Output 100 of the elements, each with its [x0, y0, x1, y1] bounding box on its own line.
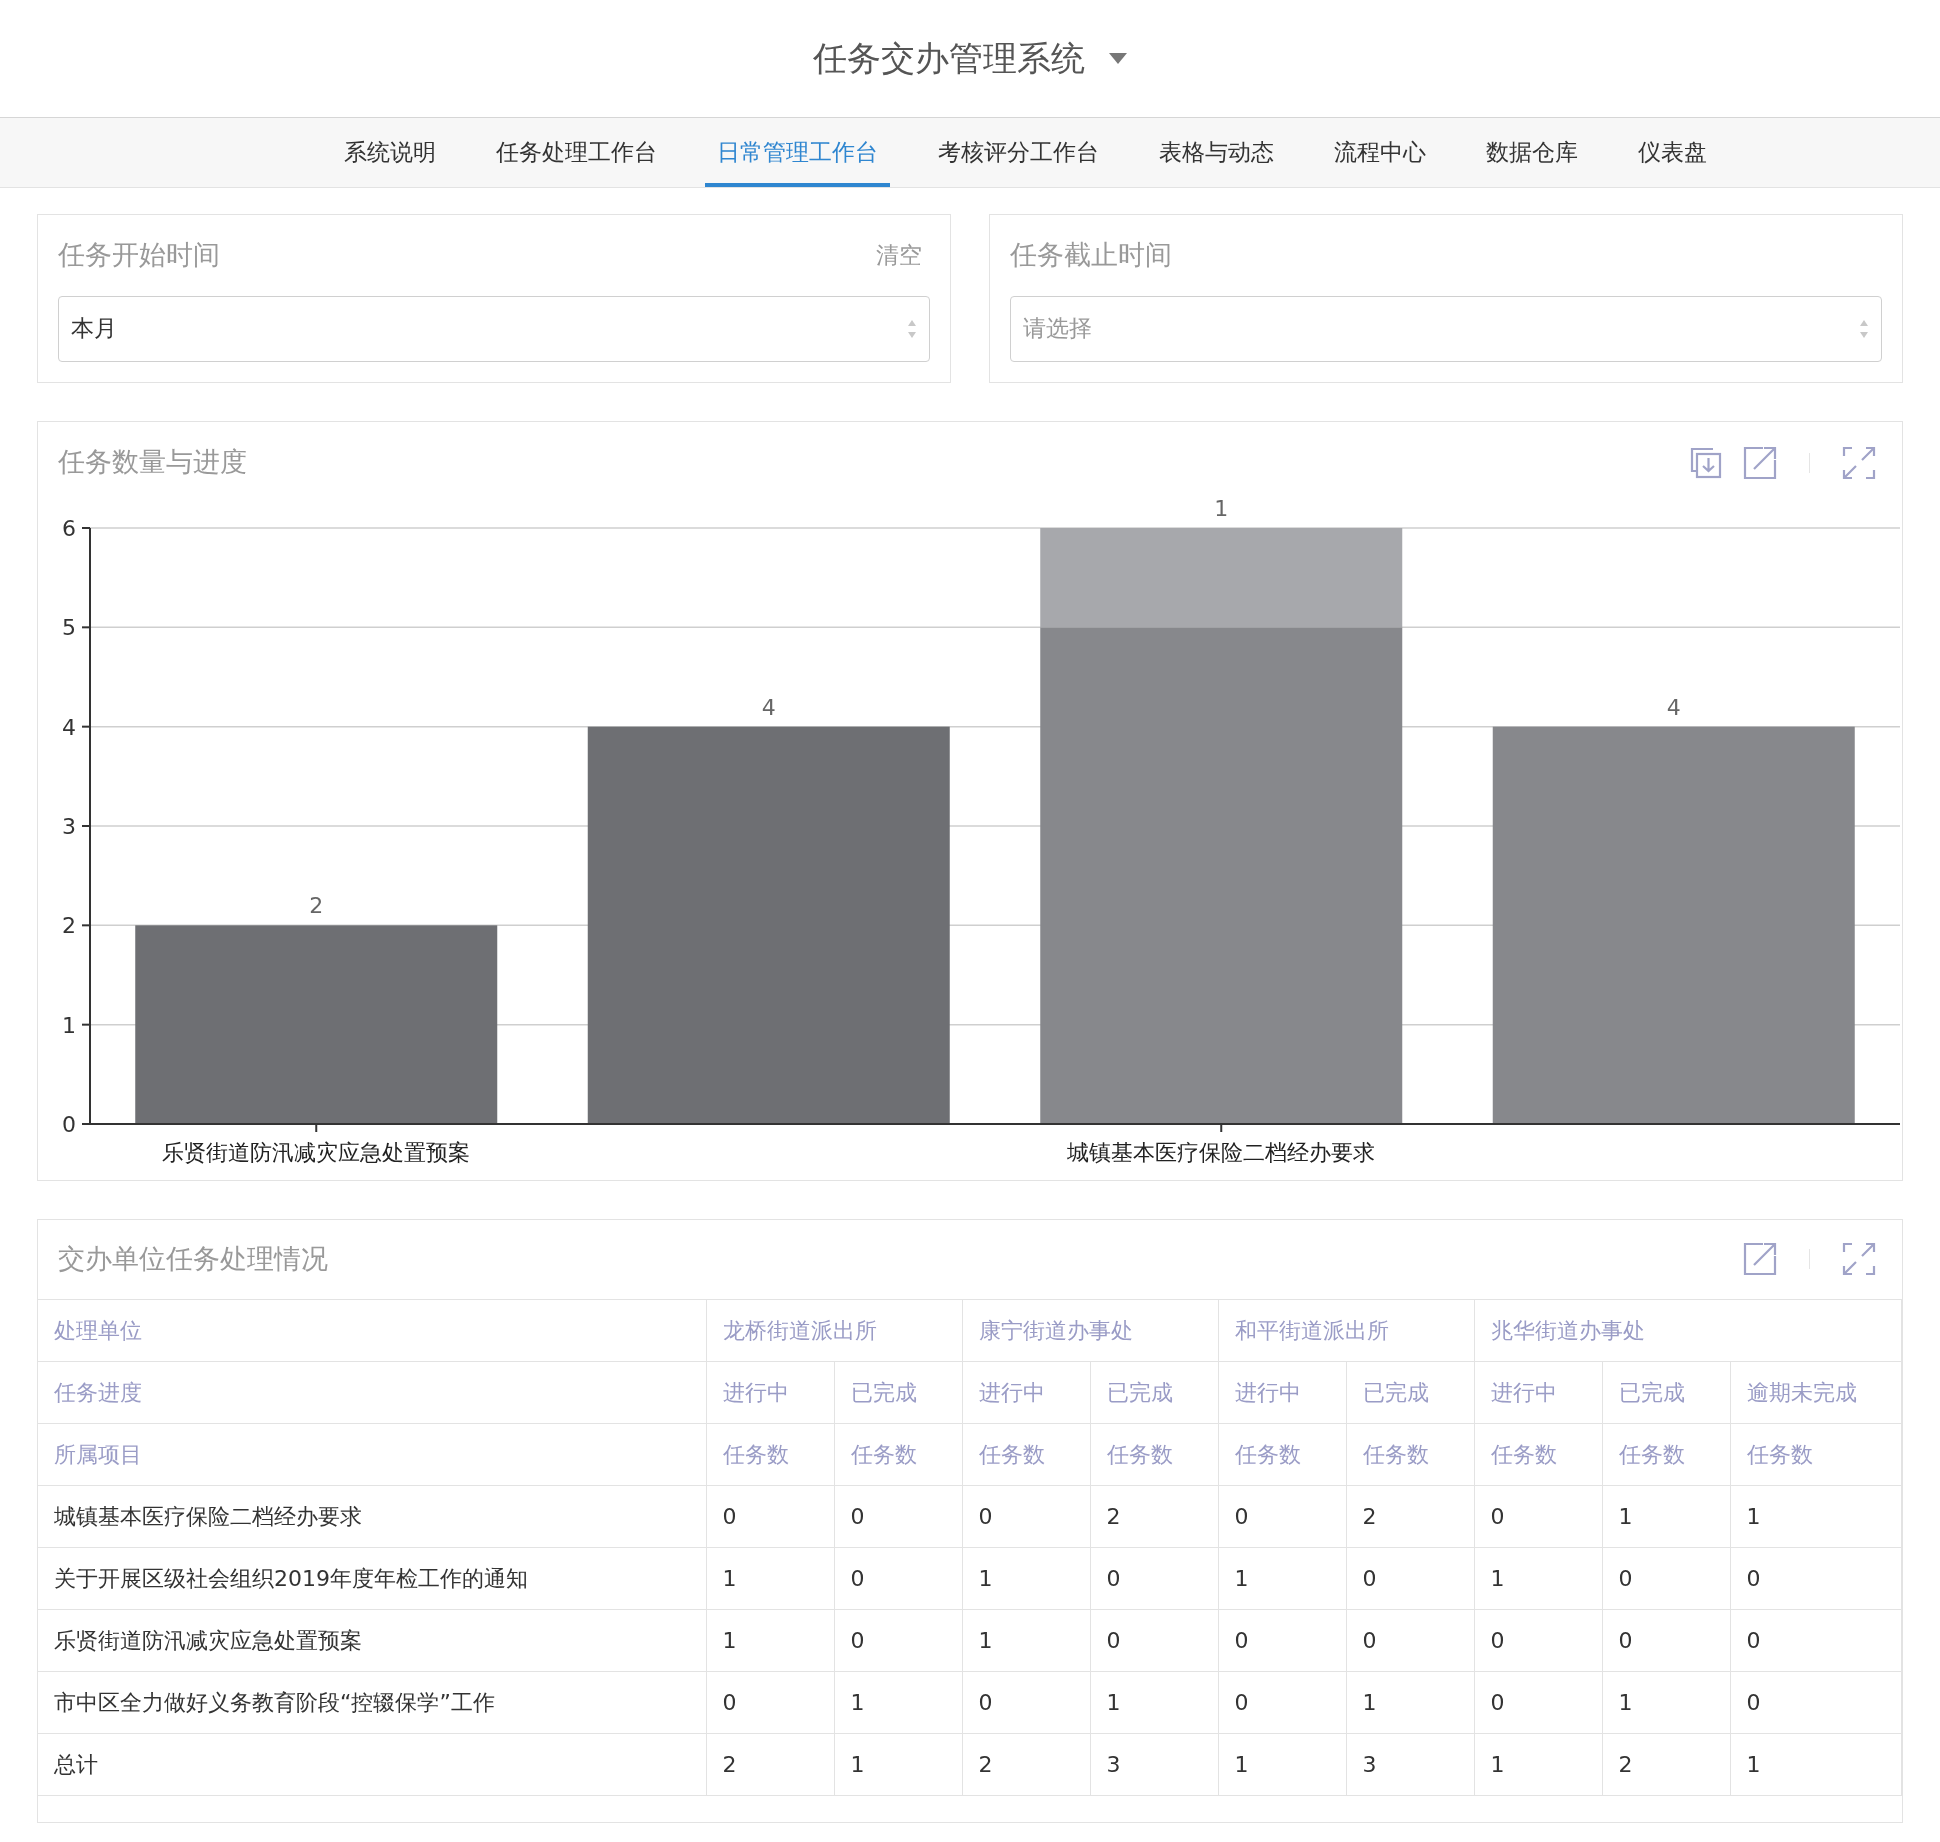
- header-cell: 和平街道派出所: [1218, 1299, 1474, 1362]
- x-axis-label: 城镇基本医疗保险二档经办要求: [1067, 1139, 1376, 1165]
- y-tick-label: 5: [62, 614, 76, 640]
- table-cell: 0: [1474, 1609, 1602, 1672]
- table-cell: 0: [706, 1485, 834, 1548]
- header-cell: 任务数: [706, 1423, 834, 1486]
- table-cell: 0: [1346, 1547, 1474, 1610]
- header-cell: 任务进度: [38, 1361, 706, 1424]
- table-cell: 2: [1602, 1733, 1730, 1796]
- table-cell: 1: [1602, 1671, 1730, 1734]
- download-icon[interactable]: [1689, 445, 1723, 480]
- select-field[interactable]: 本月: [58, 295, 930, 362]
- nav-tab[interactable]: 仪表盘: [1625, 118, 1719, 187]
- table-cell: 3: [1346, 1733, 1474, 1796]
- table-cell: 1: [706, 1609, 834, 1672]
- header-cell: 任务数: [1218, 1423, 1346, 1486]
- table-cell: 0: [1218, 1485, 1346, 1548]
- nav-tab[interactable]: 系统说明: [331, 118, 448, 187]
- filter-label: 任务开始时间: [58, 238, 220, 272]
- bar-value-label: 2: [309, 892, 324, 918]
- table-cell: 0: [1090, 1547, 1218, 1610]
- table-cell: 2: [962, 1733, 1090, 1796]
- table-cell: 1: [962, 1609, 1090, 1672]
- fullscreen-icon[interactable]: [1842, 445, 1876, 480]
- table-cell: 关于开展区级社会组织2019年度年检工作的通知: [38, 1547, 706, 1610]
- y-tick-mark: [81, 526, 91, 529]
- bar-value-label: 1: [1214, 495, 1229, 521]
- nav-tab[interactable]: 考核评分工作台: [925, 118, 1111, 187]
- select-value: 本月: [71, 314, 117, 344]
- table-cell: 1: [1730, 1485, 1902, 1548]
- bar-value-label: 4: [1666, 694, 1681, 720]
- table-cell: 1: [1474, 1733, 1602, 1796]
- table-cell: 0: [1474, 1671, 1602, 1734]
- table-cell: 0: [1730, 1609, 1902, 1672]
- y-tick-mark: [81, 1122, 91, 1125]
- y-tick-mark: [81, 625, 91, 628]
- header-cell: 已完成: [1602, 1361, 1730, 1424]
- header-cell: 所属项目: [38, 1423, 706, 1486]
- panel-title: 交办单位任务处理情况: [58, 1241, 328, 1276]
- header-cell: 任务数: [1090, 1423, 1218, 1486]
- table-cell: 1: [834, 1671, 962, 1734]
- y-tick-label: 0: [62, 1111, 76, 1137]
- x-axis-label: 乐贤街道防汛减灾应急处置预案: [162, 1139, 471, 1165]
- header-cell: 任务数: [834, 1423, 962, 1486]
- y-tick-label: 4: [62, 714, 76, 740]
- nav-tab[interactable]: 日常管理工作台: [704, 118, 890, 187]
- external-link-icon[interactable]: [1743, 445, 1777, 480]
- header-cell: 任务数: [1474, 1423, 1602, 1486]
- y-tick-mark: [81, 923, 91, 926]
- table-cell: 1: [1602, 1485, 1730, 1548]
- nav-tab[interactable]: 流程中心: [1321, 118, 1438, 187]
- fullscreen-icon[interactable]: [1842, 1242, 1876, 1276]
- header-cell: 任务数: [1346, 1423, 1474, 1486]
- table-cell: 1: [1218, 1547, 1346, 1610]
- header-cell: 任务数: [1602, 1423, 1730, 1486]
- panel-title: 任务数量与进度: [58, 445, 247, 480]
- table-cell: 0: [1602, 1609, 1730, 1672]
- table-cell: 3: [1090, 1733, 1218, 1796]
- header-cell: 兆华街道办事处: [1474, 1299, 1902, 1362]
- table-cell: 2: [706, 1733, 834, 1796]
- y-tick-mark: [81, 824, 91, 827]
- header-cell: 进行中: [706, 1361, 834, 1424]
- header-cell: 处理单位: [38, 1299, 706, 1362]
- table-cell: 1: [834, 1733, 962, 1796]
- table-cell: 2: [1346, 1485, 1474, 1548]
- header-cell: 龙桥街道派出所: [706, 1299, 962, 1362]
- table-cell: 0: [834, 1485, 962, 1548]
- table-cell: 1: [1474, 1547, 1602, 1610]
- table-cell: 0: [834, 1547, 962, 1610]
- nav-tab[interactable]: 数据仓库: [1473, 118, 1590, 187]
- header-cell: 任务数: [962, 1423, 1090, 1486]
- header-cell: 进行中: [1474, 1361, 1602, 1424]
- nav-tab[interactable]: 表格与动态: [1146, 118, 1286, 187]
- app-title: 任务交办管理系统: [813, 37, 1085, 80]
- table-cell: 市中区全力做好义务教育阶段“控辍保学”工作: [38, 1671, 706, 1734]
- y-tick-mark: [81, 1023, 91, 1026]
- caret-icon[interactable]: [1109, 52, 1127, 65]
- y-tick-label: 1: [62, 1012, 76, 1038]
- table-cell: 乐贤街道防汛减灾应急处置预案: [38, 1609, 706, 1672]
- header-cell: 进行中: [962, 1361, 1090, 1424]
- x-tick-mark: [315, 1122, 318, 1133]
- x-tick-mark: [1220, 1122, 1223, 1133]
- y-tick-mark: [81, 725, 91, 728]
- header-cell: 逾期未完成: [1730, 1361, 1902, 1424]
- table-cell: 城镇基本医疗保险二档经办要求: [38, 1485, 706, 1548]
- table-cell: 0: [962, 1671, 1090, 1734]
- table-cell: 1: [1090, 1671, 1218, 1734]
- nav-tab[interactable]: 任务处理工作台: [483, 118, 669, 187]
- table-cell: 2: [1090, 1485, 1218, 1548]
- external-link-icon[interactable]: [1743, 1242, 1777, 1276]
- table-cell: 0: [834, 1609, 962, 1672]
- table-cell: 1: [1218, 1733, 1346, 1796]
- bar-value-label: 4: [761, 694, 776, 720]
- header-cell: 已完成: [1346, 1361, 1474, 1424]
- table-cell: 0: [1730, 1547, 1902, 1610]
- select-placeholder: 请选择: [1023, 314, 1092, 344]
- header-cell: 已完成: [834, 1361, 962, 1424]
- table-cell: 0: [1090, 1609, 1218, 1672]
- table-cell: 0: [1474, 1485, 1602, 1548]
- header-cell: 任务数: [1730, 1423, 1902, 1486]
